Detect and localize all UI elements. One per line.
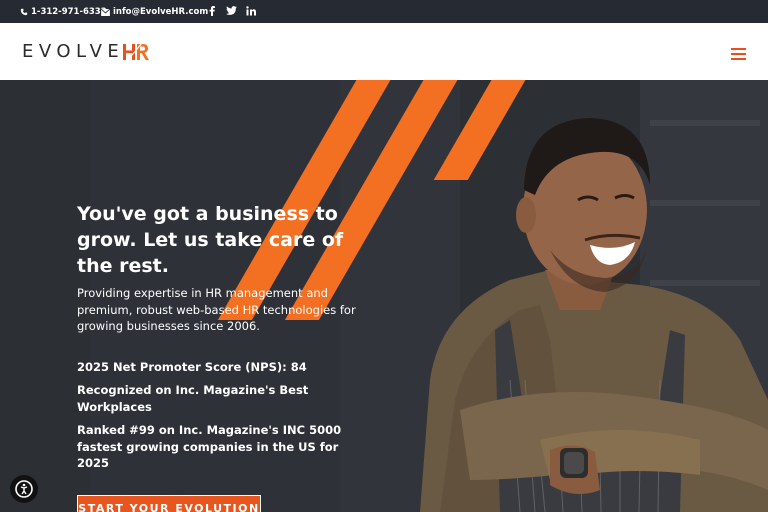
twitter-link[interactable] [226,6,237,15]
stat-nps: 2025 Net Promoter Score (NPS): 84 [77,360,307,374]
email-address: info@EvolveHR.com [113,7,209,17]
hero-subtext: Providing expertise in HR management and… [77,286,356,333]
stat-inc-5000: Ranked #99 on Inc. Magazine's INC 5000 f… [77,423,342,470]
logo-hr-mark [123,42,150,61]
facebook-link[interactable] [209,6,215,16]
site-header: EVOLVE [0,23,768,80]
linkedin-icon [246,6,256,16]
hero-headline: You've got a business to grow. Let us ta… [77,203,344,277]
smiling-man-photo [420,118,768,512]
start-evolution-button[interactable]: START YOUR EVOLUTION [77,495,261,512]
phone-link[interactable]: 1-312-971-6332 [20,7,107,17]
phone-number: 1-312-971-6332 [31,7,107,17]
facebook-icon [209,6,215,16]
hero-section: You've got a business to grow. Let us ta… [0,80,768,512]
linkedin-link[interactable] [246,6,256,16]
twitter-icon [226,6,237,15]
menu-hamburger-icon[interactable] [731,48,746,60]
accessibility-icon [15,480,33,498]
logo-wordmark: EVOLVE [22,41,125,62]
email-link[interactable]: info@EvolveHR.com [101,7,208,17]
accessibility-widget-button[interactable] [10,475,38,503]
evolvehr-logo[interactable]: EVOLVE [22,41,150,62]
stat-best-workplaces: Recognized on Inc. Magazine's Best Workp… [77,383,309,414]
top-contact-bar: 1-312-971-6332 info@EvolveHR.com [0,0,768,23]
phone-icon [20,8,28,16]
envelope-icon [101,8,110,16]
